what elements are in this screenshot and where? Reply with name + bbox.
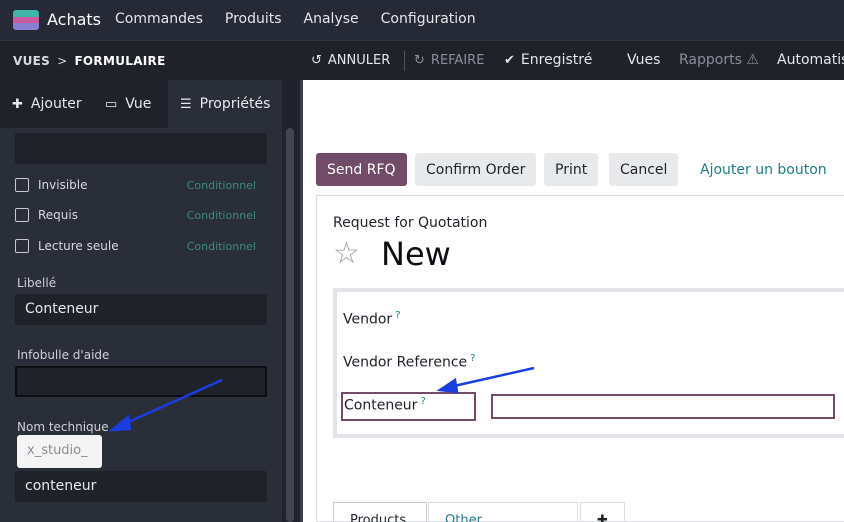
tab-properties-label: Propriétés <box>199 96 271 112</box>
readonly-checkbox[interactable] <box>15 239 29 253</box>
required-label: Requis <box>38 208 78 222</box>
breadcrumb-current: FORMULAIRE <box>74 54 166 68</box>
readonly-label: Lecture seule <box>38 239 119 253</box>
menu-item-commandes[interactable]: Commandes <box>115 11 203 27</box>
vendor-label[interactable]: Vendor? <box>343 310 401 328</box>
saved-indicator: ✔ Enregistré <box>504 52 592 68</box>
tab-add-label: Ajouter <box>30 96 82 112</box>
breadcrumb: VUES > FORMULAIRE <box>13 54 166 68</box>
cancel-button[interactable]: Cancel <box>609 153 679 186</box>
main-menu: Commandes Produits Analyse Configuration <box>115 11 498 27</box>
tooltip-field-title: Infobulle d'aide <box>17 348 110 362</box>
container-label-text: Conteneur <box>344 397 418 414</box>
tab-add[interactable]: ✚ Ajouter <box>0 80 94 128</box>
document-type: Request for Quotation <box>333 215 488 231</box>
tab-properties[interactable]: ☰ Propriétés <box>168 80 282 128</box>
invisible-checkbox[interactable] <box>15 178 29 192</box>
check-row-required: Requis Conditionnel <box>15 205 267 225</box>
menu-item-configuration[interactable]: Configuration <box>381 11 476 27</box>
document-title[interactable]: New <box>381 235 451 273</box>
automations-button[interactable]: Automatis <box>777 52 844 68</box>
label-field-title: Libellé <box>17 276 57 290</box>
invisible-conditional-link[interactable]: Conditionnel <box>187 179 256 192</box>
readonly-conditional-link[interactable]: Conditionnel <box>187 240 256 253</box>
add-button-link[interactable]: Ajouter un bouton <box>689 153 838 186</box>
breadcrumb-root[interactable]: VUES <box>13 54 50 68</box>
menu-item-analyse[interactable]: Analyse <box>304 11 359 27</box>
menu-item-produits[interactable]: Produits <box>225 11 282 27</box>
saved-label: Enregistré <box>520 52 593 68</box>
app-logo-icon[interactable] <box>13 10 39 30</box>
container-label[interactable]: Conteneur? <box>344 396 426 414</box>
send-rfq-button[interactable]: Send RFQ <box>316 153 407 186</box>
monitor-icon: ▭ <box>105 96 118 112</box>
toolbar-divider <box>404 51 405 71</box>
app-name[interactable]: Achats <box>47 10 101 29</box>
vendor-reference-text: Vendor Reference <box>343 354 468 371</box>
tech-name-prefix: x_studio_ <box>17 435 102 468</box>
required-conditional-link[interactable]: Conditionnel <box>187 209 256 222</box>
tech-name-title: Nom technique <box>17 420 109 434</box>
check-row-invisible: Invisible Conditionnel <box>15 175 267 195</box>
studio-toolbar: VUES > FORMULAIRE ↺ ANNULER ↻ REFAIRE ✔ Enreg… <box>0 40 844 80</box>
check-row-readonly: Lecture seule Conditionnel <box>15 236 267 256</box>
undo-label: ANNULER <box>327 53 391 68</box>
sidebar-scrollbar-thumb[interactable] <box>286 128 294 522</box>
required-checkbox[interactable] <box>15 208 29 222</box>
tab-view-label: Vue <box>125 96 152 112</box>
undo-button[interactable]: ↺ ANNULER <box>311 53 390 68</box>
property-input-top[interactable] <box>15 133 267 164</box>
sidebar-tabs: ✚ Ajouter ▭ Vue ☰ Propriétés <box>0 80 282 128</box>
top-navbar: Achats Commandes Produits Analyse Config… <box>0 0 844 40</box>
add-tab-icon[interactable]: ✚ <box>580 502 625 522</box>
redo-icon: ↻ <box>414 53 425 68</box>
confirm-order-button[interactable]: Confirm Order <box>415 153 537 186</box>
help-icon[interactable]: ? <box>420 396 425 407</box>
views-button[interactable]: Vues <box>627 52 660 68</box>
label-input[interactable]: Conteneur <box>15 294 267 325</box>
tooltip-input[interactable] <box>15 366 267 397</box>
reports-label: Rapports <box>679 52 742 68</box>
container-input[interactable] <box>491 394 835 419</box>
plus-icon: ✚ <box>12 96 23 112</box>
vendor-reference-label[interactable]: Vendor Reference? <box>343 353 475 371</box>
redo-button[interactable]: ↻ REFAIRE <box>414 53 484 68</box>
print-button[interactable]: Print <box>544 153 599 186</box>
help-icon[interactable]: ? <box>395 310 400 321</box>
invisible-label: Invisible <box>38 178 88 192</box>
warning-icon: ⚠ <box>746 52 759 68</box>
reports-button[interactable]: Rapports ⚠ <box>679 52 759 68</box>
breadcrumb-separator: > <box>57 54 68 68</box>
star-icon[interactable]: ☆ <box>333 237 360 271</box>
properties-icon: ☰ <box>180 96 192 112</box>
help-icon[interactable]: ? <box>470 353 475 364</box>
undo-icon: ↺ <box>311 53 322 68</box>
vendor-label-text: Vendor <box>343 311 393 328</box>
redo-label: REFAIRE <box>430 53 485 68</box>
tech-name-input[interactable]: conteneur <box>15 471 267 502</box>
tab-view[interactable]: ▭ Vue <box>93 80 163 128</box>
tab-products[interactable]: Products <box>333 502 427 522</box>
properties-sidebar: ✚ Ajouter ▭ Vue ☰ Propriétés Invisible Cond… <box>0 80 300 522</box>
tab-other-information[interactable]: Other Information <box>428 502 578 522</box>
check-icon: ✔ <box>504 53 515 68</box>
